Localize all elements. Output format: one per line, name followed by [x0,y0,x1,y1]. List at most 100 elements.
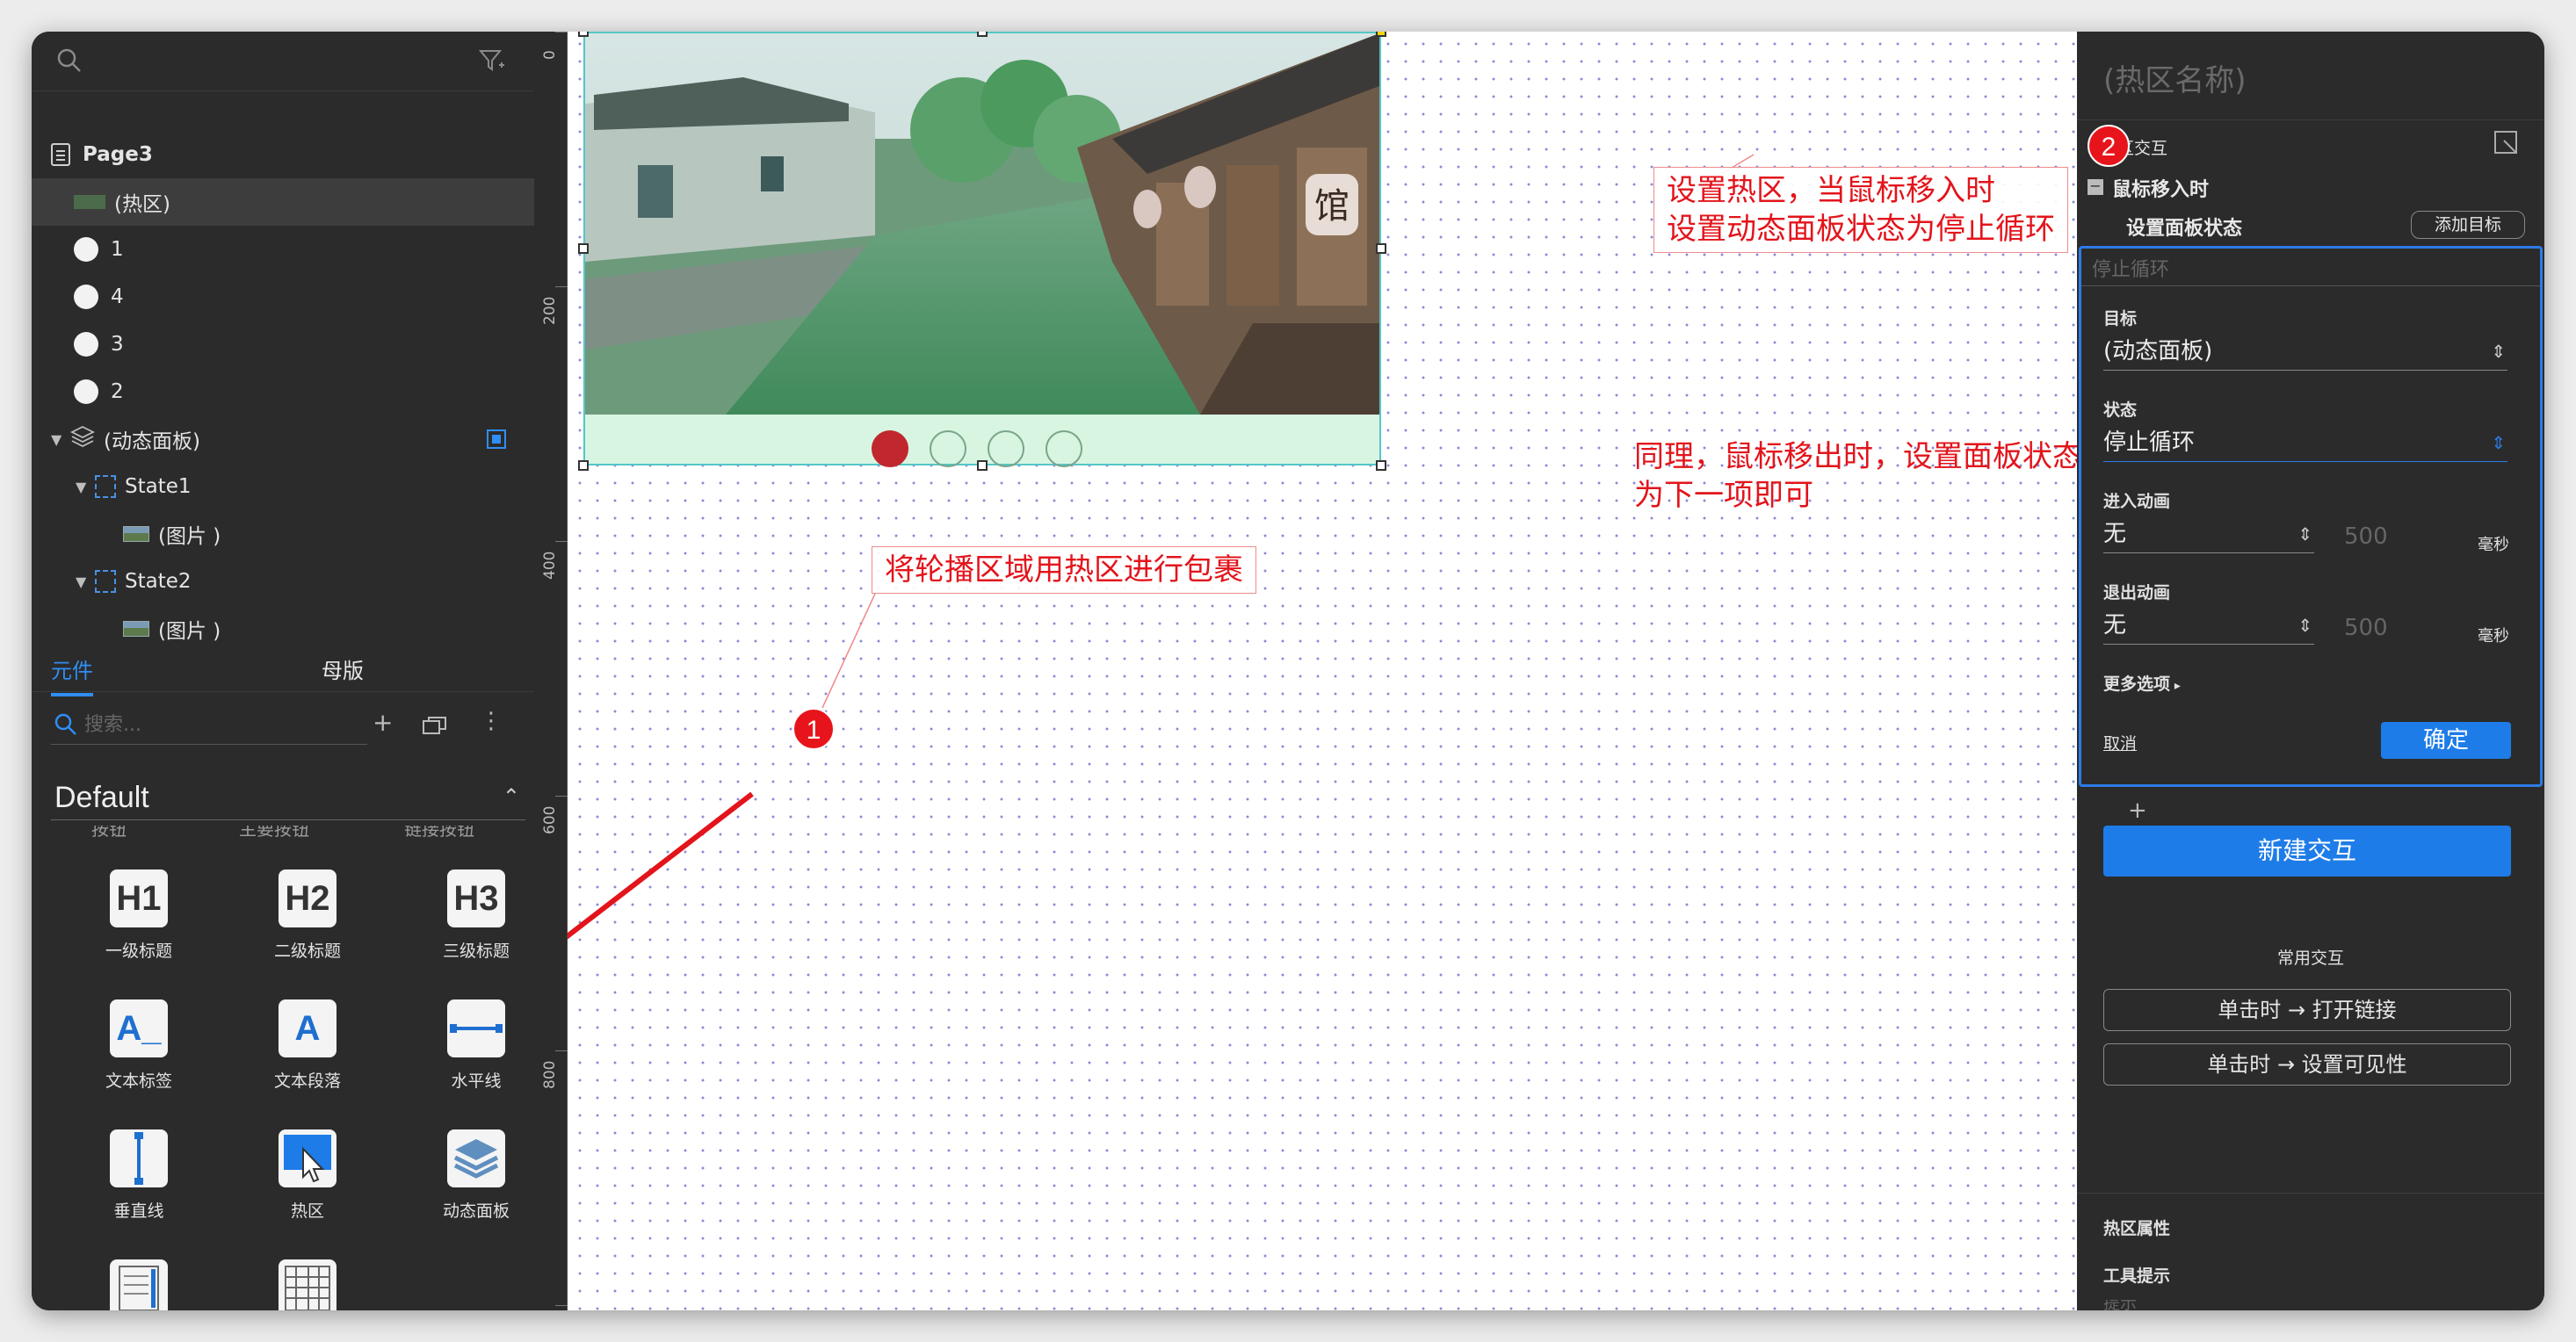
add-action-icon[interactable]: + [2128,797,2147,824]
horizontal-line-icon [447,999,505,1057]
quick-action-open-link[interactable]: 单击时 → 打开链接 [2103,989,2511,1031]
widget-text-paragraph[interactable]: A 文本段落 [237,999,378,1122]
more-options-link[interactable]: 更多选项 ▸ [2103,671,2181,695]
widget-label: 动态面板 [442,1201,510,1221]
widget-table[interactable] [237,1259,378,1310]
filter-icon[interactable] [478,47,506,77]
hotspot-name-field[interactable]: (热区名称) [2103,56,2247,99]
annotation-line: 同理，鼠标移出时，设置面板状态 [1634,439,2082,474]
enter-anim-duration[interactable]: 500 [2344,523,2388,550]
collapse-event-icon[interactable]: − [2088,179,2103,195]
list-icon [110,1259,168,1310]
exit-anim-select[interactable]: 无 ⇕ [2103,606,2314,645]
library-tabs: 元件 母版 [32,639,534,696]
state-value: 停止循环 [2103,429,2196,456]
image-icon [123,621,149,637]
widget-label: 三级标题 [442,942,510,961]
widget-label: 水平线 [451,1071,502,1091]
text-paragraph-icon: A [279,999,336,1057]
event-label[interactable]: 鼠标移入时 [2112,174,2209,202]
canvas-board[interactable]: 馆 将轮播区域用热区进行包裹 1 设置热区，当鼠标移入时 设置动态面板状态为停止… [568,32,2082,1310]
state-select[interactable]: 停止循环 ⇕ [2103,423,2507,462]
outline-item-label: State1 [125,475,192,498]
chevron-updown-icon: ⇕ [2491,341,2506,362]
outline-item-label: (图片 ) [158,525,221,548]
h1-icon: H1 [110,869,168,927]
state-icon [95,475,116,498]
outline-item-label: (动态面板) [104,430,200,453]
widget-h1[interactable]: H1 一级标题 [69,869,209,992]
library-window-icon[interactable] [422,713,448,742]
outline-item-state2[interactable]: ▼ State2 [32,558,534,605]
left-panel: Page3 (热区) 1 4 3 2 ▼ (动态面板) ▼ State1 (图片… [32,32,534,1310]
widget-horizontal-line[interactable]: 水平线 [406,999,546,1122]
focus-toggle-icon[interactable] [487,429,506,449]
collapse-triangle-icon[interactable]: ▼ [51,431,65,448]
hotspot-cursor-icon [279,1129,336,1187]
more-options-label: 更多选项 [2103,675,2171,694]
step-badge-2: 2 [2088,125,2130,167]
clipped-widget-label: 主要按钮 [239,826,309,838]
circle-icon [74,379,98,404]
widget-label: 垂直线 [113,1201,164,1221]
chevron-updown-icon: ⇕ [2297,615,2312,636]
outline-item-state1[interactable]: ▼ State1 [32,463,534,510]
enter-anim-select[interactable]: 无 ⇕ [2103,515,2314,553]
tooltip-input[interactable]: 提示 [2103,1300,2137,1310]
more-options-icon[interactable]: ⋮ [480,708,503,734]
add-library-icon[interactable]: + [373,708,393,737]
outline-item-circle-4[interactable]: 4 [32,273,534,321]
h3-icon: H3 [447,869,505,927]
chevron-updown-icon: ⇕ [2491,432,2506,453]
add-target-button[interactable]: 添加目标 [2411,211,2525,239]
layers-icon [69,425,96,453]
outline-item-circle-3[interactable]: 3 [32,321,534,368]
ruler-tick: 0 [541,50,559,60]
annotation-set-hotspot: 设置热区，当鼠标移入时 设置动态面板状态为停止循环 [1653,167,2068,253]
enter-anim-label: 进入动画 [2103,492,2171,511]
confirm-button[interactable]: 确定 [2381,722,2511,759]
quick-action-set-visibility[interactable]: 单击时 → 设置可见性 [2103,1043,2511,1086]
collapse-triangle-icon[interactable]: ▼ [76,479,90,495]
clipped-widget-label: 链接按钮 [404,826,474,838]
outline-item-image-1[interactable]: (图片 ) [32,510,534,558]
outline-item-label: State2 [125,570,192,593]
outline-item-label: 3 [111,333,124,356]
action-search-input[interactable]: 停止循环 [2092,254,2169,282]
ruler-tick: 800 [541,1060,559,1089]
cancel-button[interactable]: 取消 [2103,731,2137,754]
collapse-triangle-icon[interactable]: ▼ [76,574,90,590]
enter-anim-value: 无 [2103,521,2127,547]
h2-icon: H2 [279,869,336,927]
vertical-line-icon [110,1129,168,1187]
new-interaction-button[interactable]: 新建交互 [2103,826,2511,877]
widget-h3[interactable]: H3 三级标题 [406,869,546,992]
tab-masters[interactable]: 母版 [322,653,364,684]
widget-dynamic-panel[interactable]: 动态面板 [406,1129,546,1252]
outline-item-dynamic-panel[interactable]: ▼ (动态面板) [32,415,534,463]
widget-hotspot[interactable]: 热区 [237,1129,378,1252]
design-canvas: 0 200 400 600 800 馆 将轮播区域用热区进行包裹 1 设置热区，… [534,32,2082,1310]
library-select[interactable]: Default ⌃ [51,775,525,820]
widget-label: 文本标签 [105,1071,172,1091]
text-label-icon: A_ [110,999,168,1057]
search-icon[interactable] [56,47,83,77]
outline-item-circle-2[interactable]: 2 [32,368,534,415]
outline-item-circle-1[interactable]: 1 [32,226,534,273]
annotation-line: 设置动态面板状态为停止循环 [1667,212,2055,247]
target-select[interactable]: (动态面板) ⇕ [2103,332,2507,371]
widget-h2[interactable]: H2 二级标题 [237,869,378,992]
library-search-input[interactable]: 搜索... [51,706,367,745]
interaction-panel: (热区名称) 区交互 − 鼠标移入时 设置面板状态 添加目标 停止循环 目标 (… [2077,32,2544,1310]
outline-page[interactable]: Page3 [32,131,534,178]
widget-text-label[interactable]: A_ 文本标签 [69,999,209,1122]
outline-item-label: 2 [111,380,124,403]
action-label[interactable]: 设置面板状态 [2126,213,2242,241]
outline-item-hotspot[interactable]: (热区) [32,178,534,226]
outline-item-label: (热区) [114,193,170,216]
expand-panel-icon[interactable] [2493,130,2520,160]
widget-vertical-line[interactable]: 垂直线 [69,1129,209,1252]
exit-anim-duration[interactable]: 500 [2344,615,2388,641]
widget-list[interactable] [69,1259,209,1310]
tab-widgets[interactable]: 元件 [51,653,93,696]
